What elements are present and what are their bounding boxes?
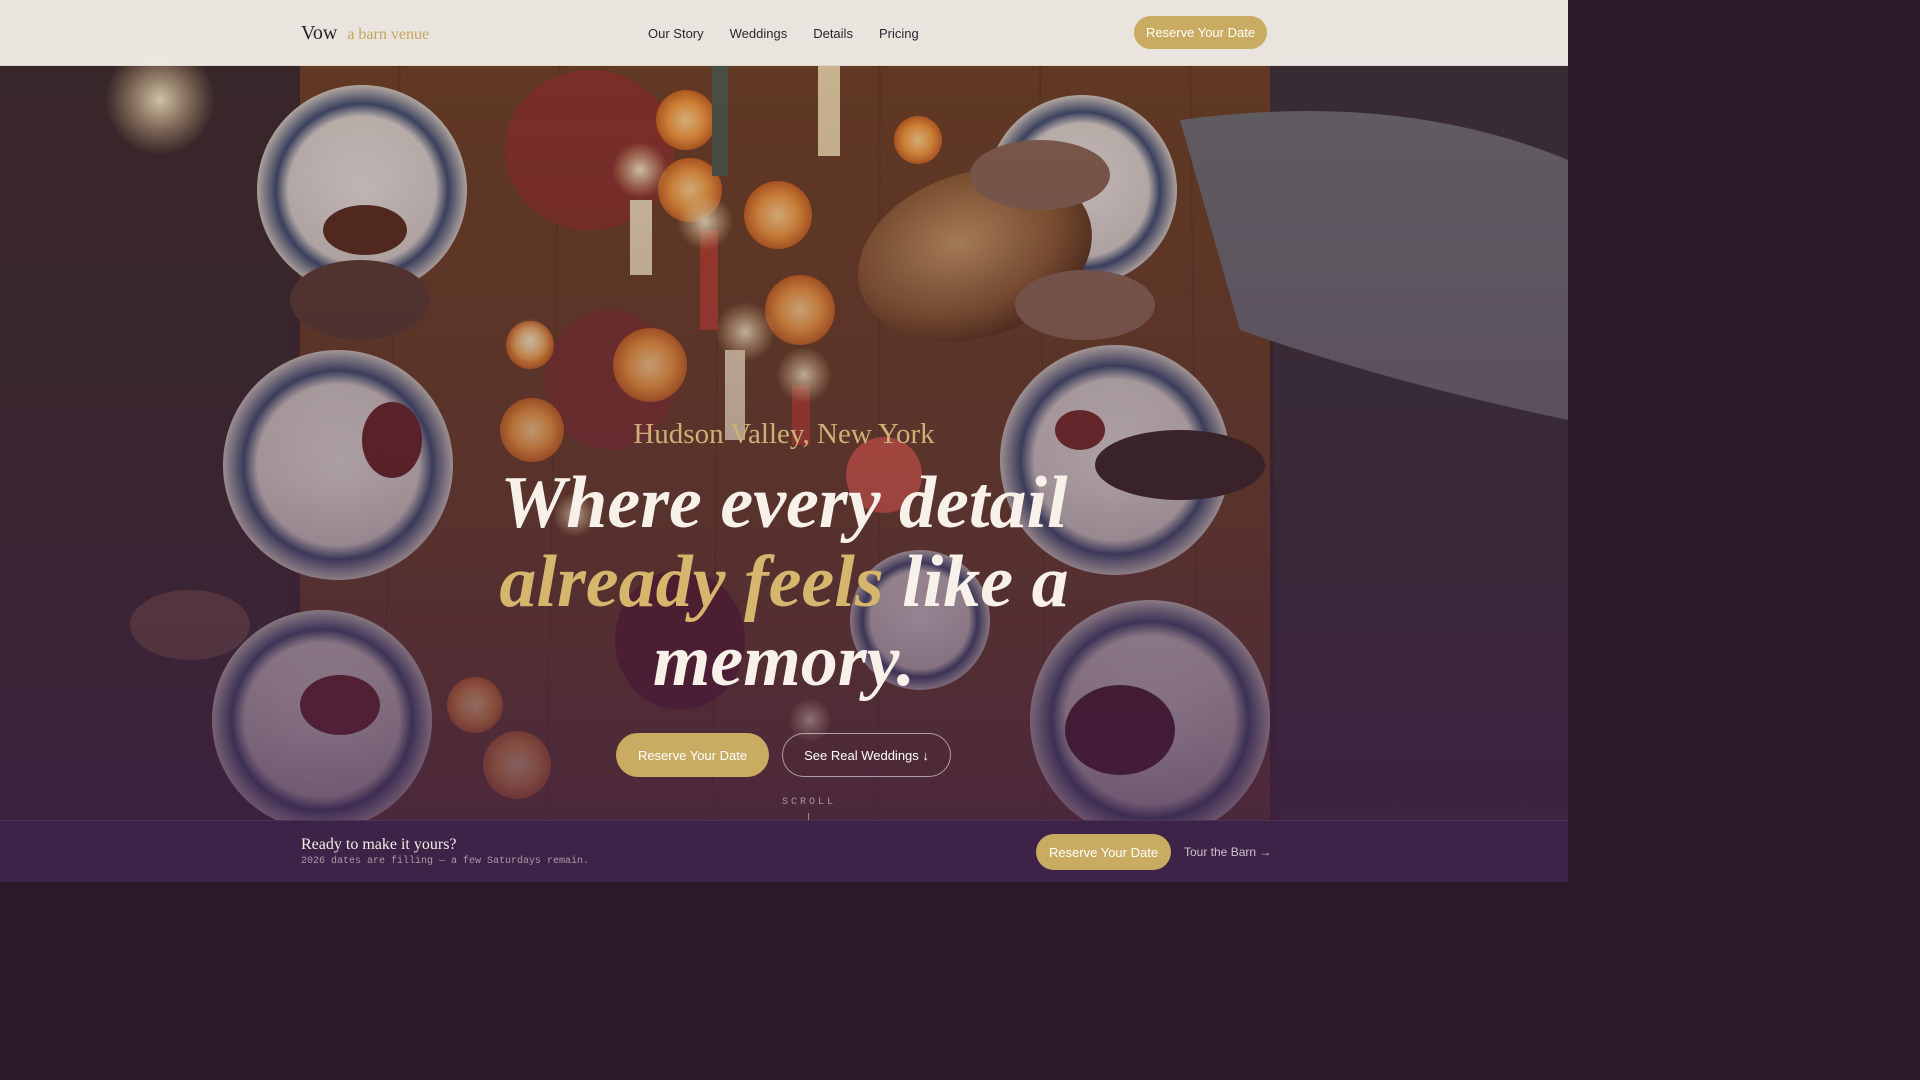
nav-reserve-button[interactable]: Reserve Your Date xyxy=(1134,16,1267,49)
hero-actions: Reserve Your Date See Real Weddings ↓ xyxy=(616,733,951,777)
sticky-cta-bar: Ready to make it yours? 2026 dates are f… xyxy=(0,820,1568,882)
brand-name: Vow xyxy=(301,22,338,44)
headline-line-1: Where every detail xyxy=(500,462,1068,544)
tour-the-barn-link[interactable]: Tour the Barn → xyxy=(1184,845,1271,859)
nav-link-our-story[interactable]: Our Story xyxy=(648,26,704,41)
headline-gold-text: already feels xyxy=(499,541,884,623)
scroll-line xyxy=(808,813,809,820)
headline-line-2: like a xyxy=(902,541,1069,623)
scroll-indicator[interactable]: SCROLL xyxy=(0,797,1618,808)
hero-headline: Where every detail already feels like a … xyxy=(384,464,1184,701)
top-navigation: Vow a barn venue Our Story Weddings Deta… xyxy=(0,0,1568,66)
brand-tagline: a barn venue xyxy=(347,26,430,43)
cta-bar-title: Ready to make it yours? xyxy=(301,836,457,853)
headline-line-3: memory. xyxy=(652,620,916,702)
see-real-weddings-button[interactable]: See Real Weddings ↓ xyxy=(782,733,951,777)
nav-link-details[interactable]: Details xyxy=(813,26,853,41)
nav-links: Our Story Weddings Details Pricing xyxy=(648,26,919,41)
nav-link-pricing[interactable]: Pricing xyxy=(879,26,919,41)
nav-link-weddings[interactable]: Weddings xyxy=(730,26,788,41)
cta-bar-reserve-button[interactable]: Reserve Your Date xyxy=(1036,834,1171,870)
cta-bar-subtitle: 2026 dates are filling — a few Saturdays… xyxy=(301,856,590,867)
hero-reserve-button[interactable]: Reserve Your Date xyxy=(616,733,769,777)
brand-logo[interactable]: Vow a barn venue xyxy=(301,22,429,45)
hero-location: Hudson Valley, New York xyxy=(633,418,935,450)
